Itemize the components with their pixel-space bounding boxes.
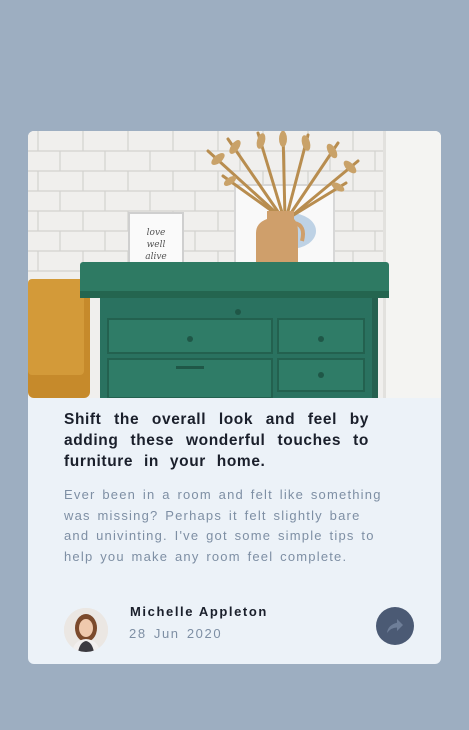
article-description: Ever been in a room and felt like someth… (64, 487, 382, 564)
article-card: love well alive Shift the overall look a… (28, 131, 441, 664)
share-button[interactable] (376, 607, 414, 645)
svg-text:well: well (147, 240, 166, 250)
svg-text:alive: alive (145, 252, 167, 262)
article-title[interactable]: Shift the overall look and feel by addin… (64, 409, 369, 472)
publish-date: 28 Jun 2020 (129, 626, 223, 641)
svg-text:love: love (147, 228, 166, 238)
author-avatar (64, 608, 108, 652)
article-footer: Michelle Appleton 28 Jun 2020 (28, 592, 441, 664)
article-image: love well alive (28, 131, 441, 398)
author-name[interactable]: Michelle Appleton (130, 604, 268, 619)
share-arrow-icon (387, 619, 403, 633)
